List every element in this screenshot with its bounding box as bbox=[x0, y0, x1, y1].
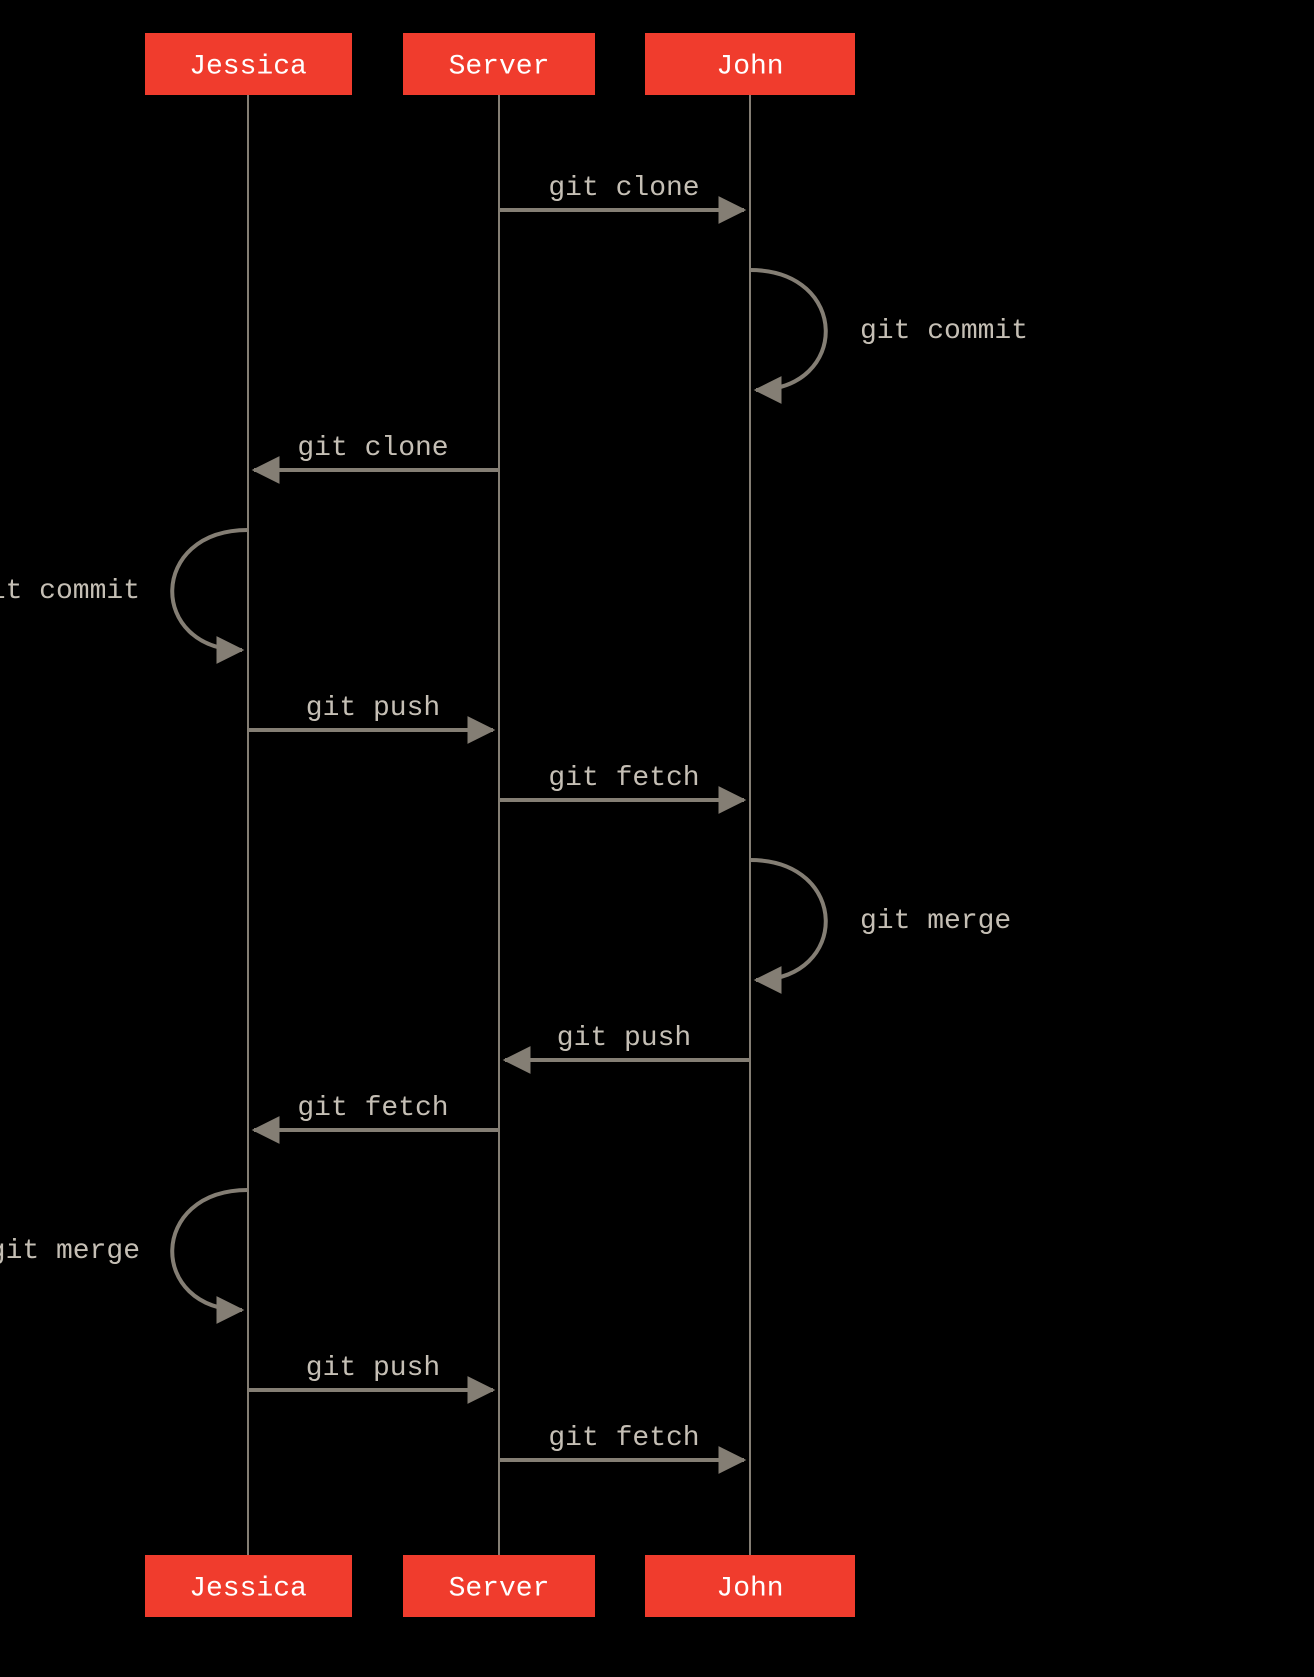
message-label: git push bbox=[306, 1353, 440, 1384]
actor-label: Jessica bbox=[189, 51, 307, 82]
message-label: git fetch bbox=[548, 763, 699, 794]
message-label: git push bbox=[557, 1023, 691, 1054]
message-label: git clone bbox=[548, 173, 699, 204]
sequence-diagram: Jessica Server John git clone git commit… bbox=[0, 0, 1314, 1677]
actor-label: Server bbox=[449, 51, 550, 82]
actor-label: John bbox=[716, 1573, 783, 1604]
self-message-arrow bbox=[750, 860, 826, 980]
message-label: git push bbox=[306, 693, 440, 724]
actor-john-bottom: John bbox=[645, 1555, 855, 1617]
actor-label: Jessica bbox=[189, 1573, 307, 1604]
actor-jessica-top: Jessica bbox=[145, 33, 352, 95]
message-label: git clone bbox=[297, 433, 448, 464]
message-label: git merge bbox=[860, 906, 1011, 937]
message-label: git merge bbox=[0, 1236, 140, 1267]
message-label: git commit bbox=[860, 316, 1028, 347]
actor-label: John bbox=[716, 51, 783, 82]
message-label: git commit bbox=[0, 576, 140, 607]
self-message-arrow bbox=[172, 1190, 248, 1310]
actor-server-bottom: Server bbox=[403, 1555, 595, 1617]
actor-jessica-bottom: Jessica bbox=[145, 1555, 352, 1617]
actor-label: Server bbox=[449, 1573, 550, 1604]
message-label: git fetch bbox=[548, 1423, 699, 1454]
actor-john-top: John bbox=[645, 33, 855, 95]
self-message-arrow bbox=[750, 270, 826, 390]
self-message-arrow bbox=[172, 530, 248, 650]
actor-server-top: Server bbox=[403, 33, 595, 95]
message-label: git fetch bbox=[297, 1093, 448, 1124]
